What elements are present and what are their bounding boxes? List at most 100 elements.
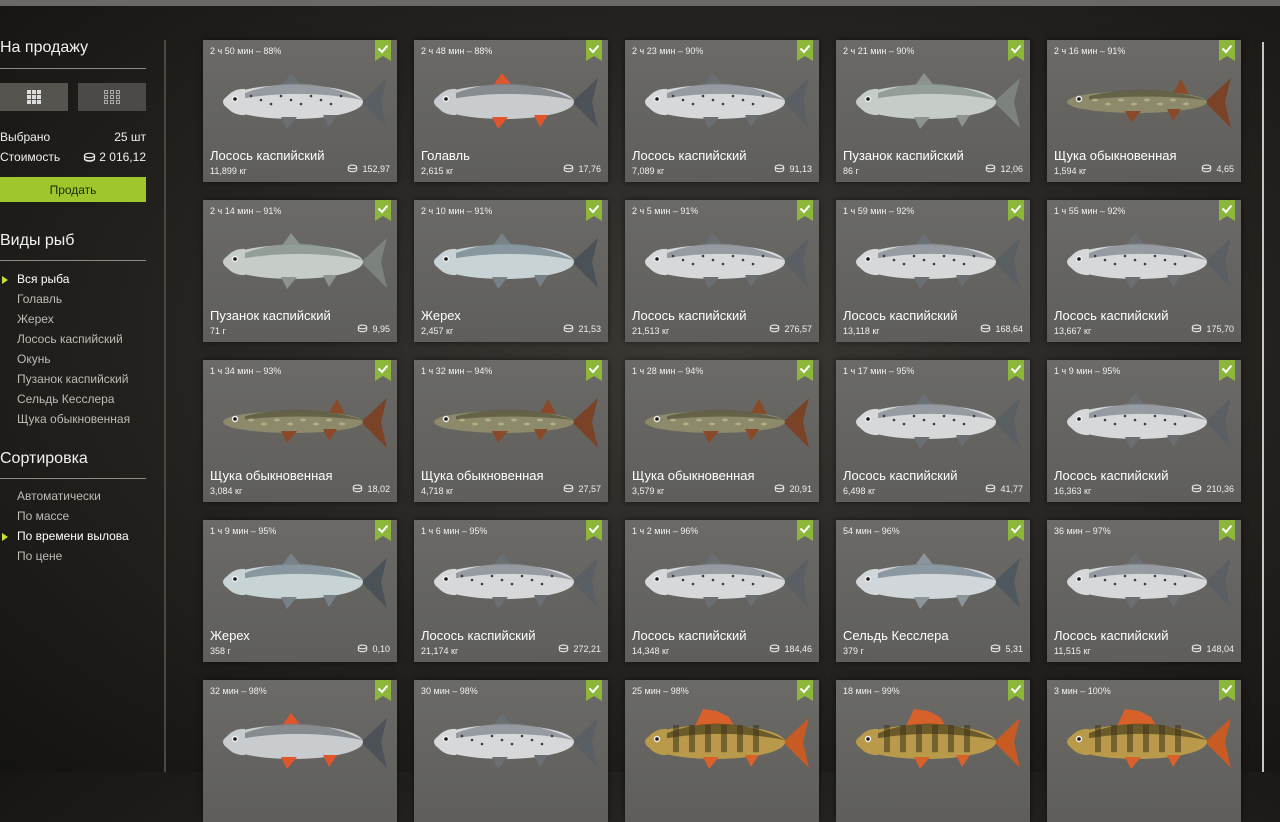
fish-card[interactable]: 2 ч 5 мин – 91% Лосось каспийский 21,513 к… — [625, 200, 819, 342]
checkbox-checked-icon[interactable] — [1008, 40, 1024, 61]
fish-card[interactable]: 3 мин – 100% — [1047, 680, 1241, 822]
fish-card[interactable]: 1 ч 28 мин – 94% Щука обыкновенная 3,579 к… — [625, 360, 819, 502]
checkbox-checked-icon[interactable] — [375, 520, 391, 541]
checkbox-checked-icon[interactable] — [586, 680, 602, 701]
fish-image — [211, 542, 389, 622]
species-item[interactable]: Вся рыба — [17, 272, 69, 286]
fish-card[interactable]: 1 ч 59 мин – 92% Лосось каспийский 13,118 … — [836, 200, 1030, 342]
fish-name: Лосось каспийский — [632, 628, 747, 643]
checkbox-checked-icon[interactable] — [1008, 200, 1024, 221]
fish-card[interactable]: 1 ч 6 мин – 95% Лосось каспийский 21,174 к… — [414, 520, 608, 662]
fish-card[interactable]: 2 ч 16 мин – 91% Щука обыкновенная 1,594 к… — [1047, 40, 1241, 182]
checkbox-checked-icon[interactable] — [797, 360, 813, 381]
fish-card[interactable]: 36 мин – 97% Лосось каспийский 11,515 кг 14… — [1047, 520, 1241, 662]
fish-card[interactable]: 1 ч 34 мин – 93% Щука обыкновенная 3,084 к… — [203, 360, 397, 502]
fish-card[interactable]: 2 ч 21 мин – 90% Пузанок каспийский 86 г 12… — [836, 40, 1030, 182]
fish-mass: 71 г — [210, 326, 226, 336]
sell-button[interactable]: Продать — [0, 177, 146, 202]
fish-card[interactable]: 2 ч 50 мин – 88% Лосось каспийский 11,899 … — [203, 40, 397, 182]
fish-price: 210,36 — [1191, 484, 1234, 494]
small-grid-view-button[interactable] — [78, 83, 146, 111]
fish-mass: 2,457 кг — [421, 326, 454, 336]
checkbox-checked-icon[interactable] — [797, 680, 813, 701]
fish-name: Сельдь Кесслера — [843, 628, 949, 643]
fish-card[interactable]: 2 ч 10 мин – 91% Жерех 2,457 кг 21,53 — [414, 200, 608, 342]
large-grid-view-button[interactable] — [0, 83, 68, 111]
fish-card[interactable]: 1 ч 32 мин – 94% Щука обыкновенная 4,718 к… — [414, 360, 608, 502]
fish-price: 17,76 — [563, 164, 601, 174]
checkbox-checked-icon[interactable] — [375, 200, 391, 221]
species-item[interactable]: Пузанок каспийский — [17, 372, 128, 386]
fish-card[interactable]: 1 ч 2 мин – 96% Лосось каспийский 14,348 к… — [625, 520, 819, 662]
coin-icon — [986, 484, 996, 493]
checkbox-checked-icon[interactable] — [375, 40, 391, 61]
fish-card[interactable]: 54 мин – 96% Сельдь Кесслера 379 г 5,31 — [836, 520, 1030, 662]
catch-time: 2 ч 48 мин – 88% — [421, 46, 493, 56]
checkbox-checked-icon[interactable] — [1008, 520, 1024, 541]
coin-icon — [775, 484, 785, 493]
fish-price: 12,06 — [985, 164, 1023, 174]
checkbox-checked-icon[interactable] — [797, 200, 813, 221]
species-item[interactable]: Лосось каспийский — [17, 332, 123, 346]
checkbox-checked-icon[interactable] — [375, 680, 391, 701]
coin-icon — [770, 324, 780, 333]
catch-time: 2 ч 5 мин – 91% — [632, 206, 699, 216]
sort-item[interactable]: По массе — [17, 509, 69, 523]
fish-card[interactable]: 30 мин – 98% — [414, 680, 608, 822]
fish-card[interactable]: 1 ч 55 мин – 92% Лосось каспийский 13,667 … — [1047, 200, 1241, 342]
fish-mass: 86 г — [843, 166, 859, 176]
coin-icon — [991, 644, 1001, 653]
fish-card[interactable]: 1 ч 9 мин – 95% Жерех 358 г 0,10 — [203, 520, 397, 662]
fish-price: 9,95 — [357, 324, 390, 334]
fish-mass: 13,118 кг — [843, 326, 880, 336]
fish-mass: 14,348 кг — [632, 646, 670, 656]
fish-mass: 1,594 кг — [1054, 166, 1087, 176]
fish-image — [844, 62, 1022, 142]
checkbox-checked-icon[interactable] — [797, 40, 813, 61]
catch-time: 1 ч 34 мин – 93% — [210, 366, 282, 376]
species-item[interactable]: Жерех — [17, 312, 54, 326]
checkbox-checked-icon[interactable] — [1219, 40, 1235, 61]
fish-price: 276,57 — [769, 324, 812, 334]
checkbox-checked-icon[interactable] — [1008, 680, 1024, 701]
fish-image — [1055, 702, 1233, 782]
coin-icon — [348, 164, 358, 173]
species-item[interactable]: Сельдь Кесслера — [17, 392, 114, 406]
checkbox-checked-icon[interactable] — [1219, 200, 1235, 221]
sort-item[interactable]: По времени вылова — [17, 529, 129, 543]
price-value: 9,95 — [372, 324, 390, 334]
fish-mass: 2,615 кг — [421, 166, 454, 176]
fish-card[interactable]: 32 мин – 98% — [203, 680, 397, 822]
fish-card[interactable]: 25 мин – 98% — [625, 680, 819, 822]
sort-item[interactable]: По цене — [17, 549, 62, 563]
checkbox-checked-icon[interactable] — [586, 360, 602, 381]
species-item[interactable]: Окунь — [17, 352, 51, 366]
coin-icon — [564, 484, 574, 493]
checkbox-checked-icon[interactable] — [586, 520, 602, 541]
checkbox-checked-icon[interactable] — [375, 360, 391, 381]
price-value: 4,65 — [1216, 164, 1234, 174]
checkbox-checked-icon[interactable] — [797, 520, 813, 541]
checkbox-checked-icon[interactable] — [1008, 360, 1024, 381]
fish-card[interactable]: 1 ч 17 мин – 95% Лосось каспийский 6,498 к… — [836, 360, 1030, 502]
catch-time: 32 мин – 98% — [210, 686, 267, 696]
fish-price: 27,57 — [563, 484, 601, 494]
fish-price: 21,53 — [563, 324, 601, 334]
fish-card[interactable]: 2 ч 23 мин – 90% Лосось каспийский 7,089 к… — [625, 40, 819, 182]
checkbox-checked-icon[interactable] — [586, 200, 602, 221]
fish-card[interactable]: 2 ч 14 мин – 91% Пузанок каспийский 71 г 9,… — [203, 200, 397, 342]
sort-item[interactable]: Автоматически — [17, 489, 101, 503]
fish-card[interactable]: 2 ч 48 мин – 88% Голавль 2,615 кг 17,76 — [414, 40, 608, 182]
checkbox-checked-icon[interactable] — [586, 40, 602, 61]
checkbox-checked-icon[interactable] — [1219, 680, 1235, 701]
fish-card[interactable]: 1 ч 9 мин – 95% Лосось каспийский 16,363 к… — [1047, 360, 1241, 502]
checkbox-checked-icon[interactable] — [1219, 520, 1235, 541]
checkbox-checked-icon[interactable] — [1219, 360, 1235, 381]
scrollbar[interactable] — [1262, 42, 1264, 772]
species-item[interactable]: Голавль — [17, 292, 62, 306]
fish-card[interactable]: 18 мин – 99% — [836, 680, 1030, 822]
fish-image — [211, 382, 389, 462]
species-item[interactable]: Щука обыкновенная — [17, 412, 130, 426]
catch-time: 30 мин – 98% — [421, 686, 478, 696]
catch-time: 1 ч 28 мин – 94% — [632, 366, 704, 376]
